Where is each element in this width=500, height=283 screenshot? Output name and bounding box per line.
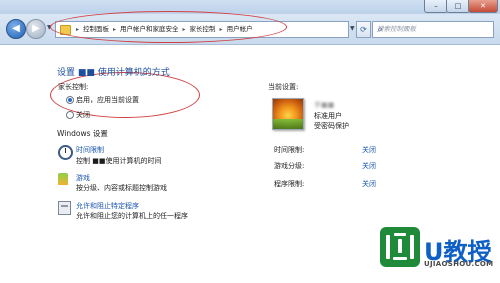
search-icon[interactable]: ⌕ <box>377 23 490 38</box>
logo-icon <box>380 227 420 267</box>
watermark-logo: U教授 UJIAOSHOU.COM <box>380 227 500 283</box>
maximize-button[interactable]: □ <box>446 0 470 13</box>
breadcrumb-user-accounts-family[interactable]: 用户帐户和家庭安全 <box>120 25 179 33</box>
breadcrumb-separator[interactable]: ▸ <box>179 26 190 33</box>
program-window-icon <box>58 201 71 215</box>
time-limit-row-label: 时间限制: <box>274 146 305 154</box>
game-rating-value[interactable]: 关闭 <box>362 161 376 171</box>
program-limit-value[interactable]: 关闭 <box>362 179 376 189</box>
back-button[interactable]: ◀ <box>6 19 26 39</box>
programs-link[interactable]: 允许和阻止特定程序 <box>76 201 139 211</box>
radio-enable[interactable] <box>66 96 74 104</box>
breadcrumb-separator: ▸ <box>76 26 80 33</box>
games-link[interactable]: 游戏 <box>76 173 90 183</box>
address-bar[interactable]: ▸ 控制面板 ▸ 用户帐户和家庭安全 ▸ 家长控制 ▸ 用户帐户 <box>55 21 349 38</box>
time-limits-description: 控制 ■■使用计算机的时间 <box>76 157 162 165</box>
game-rating-row-label: 游戏分级: <box>274 162 305 170</box>
user-name: 李■■ <box>314 101 335 109</box>
recent-pages-dropdown[interactable]: ▼ <box>47 24 52 31</box>
current-settings-label: 当前设置: <box>268 83 299 91</box>
address-dropdown-icon[interactable]: ▼ <box>350 25 355 32</box>
radio-off[interactable] <box>66 111 74 119</box>
option-enable-label[interactable]: 启用，应用当前设置 <box>76 95 139 105</box>
game-controller-icon <box>58 173 68 185</box>
avatar <box>272 98 304 130</box>
clock-icon <box>58 145 73 160</box>
user-type: 标准用户 <box>314 112 342 120</box>
breadcrumb-separator[interactable]: ▸ <box>216 26 227 33</box>
control-panel-icon <box>60 25 71 35</box>
windows-settings-label: Windows 设置 <box>57 129 108 138</box>
parental-control-label: 家长控制: <box>58 83 89 91</box>
option-off-label[interactable]: 关闭 <box>76 110 90 120</box>
time-limit-value[interactable]: 关闭 <box>362 145 376 155</box>
page-title: 设置 ■■ 使用计算机的方式 <box>57 68 170 78</box>
programs-description: 允许和阻止您的计算机上的任一程序 <box>76 212 188 220</box>
navigation-bar: ◀ ▶ ▼ ▸ 控制面板 ▸ 用户帐户和家庭安全 ▸ 家长控制 ▸ 用户帐户 ▼ ⟳ 搜索控制… <box>0 14 500 45</box>
breadcrumb-control-panel[interactable]: 控制面板 <box>83 25 109 33</box>
site-text: UJIAOSHOU.COM <box>424 260 494 268</box>
breadcrumb: ▸ 控制面板 ▸ 用户帐户和家庭安全 ▸ 家长控制 ▸ 用户帐户 <box>72 22 253 37</box>
program-limit-row-label: 程序限制: <box>274 180 305 188</box>
breadcrumb-user-accounts[interactable]: 用户帐户 <box>227 25 253 33</box>
games-description: 按分级、内容或标题控制游戏 <box>76 184 167 192</box>
minimize-button[interactable]: – <box>424 0 448 13</box>
refresh-button[interactable]: ⟳ <box>356 21 371 38</box>
search-input[interactable]: 搜索控制面板 ⌕ <box>372 21 494 38</box>
close-button[interactable]: ✕ <box>468 0 498 13</box>
breadcrumb-parental-controls[interactable]: 家长控制 <box>190 25 216 33</box>
breadcrumb-separator[interactable]: ▸ <box>109 26 120 33</box>
forward-button[interactable]: ▶ <box>26 19 46 39</box>
time-limits-link[interactable]: 时间限制 <box>76 145 104 155</box>
password-status: 受密码保护 <box>314 122 349 130</box>
